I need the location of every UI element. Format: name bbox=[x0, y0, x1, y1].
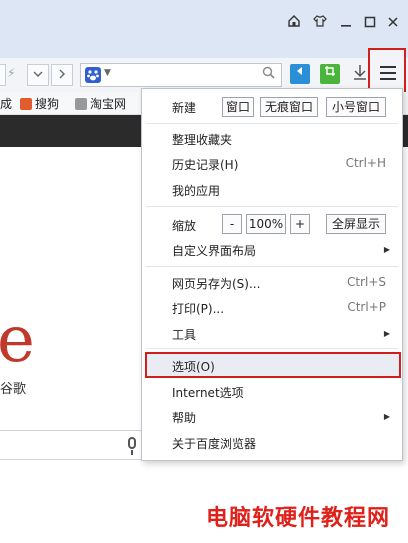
menu-about[interactable]: 关于百度浏览器 bbox=[172, 435, 256, 452]
new-window-button[interactable]: 窗口 bbox=[222, 97, 254, 117]
main-menu: 新建 窗口 无痕窗口 小号窗口 整理收藏夹 历史记录(H) Ctrl+H 我的应… bbox=[141, 88, 403, 461]
screenshot-icon[interactable] bbox=[320, 64, 340, 84]
menu-save-as[interactable]: 网页另存为(S)... bbox=[172, 275, 260, 292]
menu-my-apps[interactable]: 我的应用 bbox=[172, 182, 220, 199]
minimize-icon[interactable] bbox=[335, 14, 357, 36]
skin-icon[interactable] bbox=[309, 14, 331, 36]
chevron-down-icon[interactable]: ▼ bbox=[104, 68, 111, 78]
menu-new-label: 新建 bbox=[172, 101, 197, 115]
close-icon[interactable] bbox=[382, 14, 404, 36]
menu-tools[interactable]: 工具 bbox=[172, 326, 196, 343]
zoom-out-button[interactable]: - bbox=[222, 214, 242, 234]
menu-internet-options[interactable]: Internet选项 bbox=[172, 384, 244, 401]
menu-separator bbox=[146, 348, 398, 349]
search-icon[interactable] bbox=[262, 66, 275, 83]
home-icon[interactable] bbox=[283, 14, 305, 36]
logo-subtitle: 谷歌 bbox=[0, 382, 27, 397]
zoom-in-button[interactable]: + bbox=[290, 214, 310, 234]
sogou-icon bbox=[20, 98, 32, 110]
menu-history[interactable]: 历史记录(H) bbox=[172, 156, 238, 173]
menu-organize-bookmarks[interactable]: 整理收藏夹 bbox=[172, 131, 232, 148]
lightning-icon: ⚡ bbox=[7, 66, 16, 80]
menu-separator bbox=[146, 206, 398, 207]
watermark-text: 电脑软硬件教程网 bbox=[206, 506, 391, 531]
menu-customize-layout[interactable]: 自定义界面布局 bbox=[172, 242, 256, 259]
maximize-icon[interactable] bbox=[359, 14, 381, 36]
download-icon[interactable] bbox=[350, 64, 370, 84]
microphone-icon[interactable] bbox=[128, 437, 136, 449]
search-logo: e bbox=[0, 303, 35, 377]
bookmark-item[interactable]: 搜狗 bbox=[20, 95, 59, 112]
sidebar-icon[interactable] bbox=[290, 64, 310, 84]
bookmark-item[interactable]: 淘宝网 bbox=[75, 95, 126, 112]
zoom-level: 100% bbox=[246, 214, 286, 234]
menu-options[interactable]: 选项(O) bbox=[172, 358, 215, 375]
submenu-arrow-icon: ▶ bbox=[383, 412, 390, 421]
submenu-arrow-icon: ▶ bbox=[383, 329, 390, 338]
search-input[interactable]: ▼ bbox=[80, 63, 282, 87]
print-shortcut: Ctrl+P bbox=[347, 300, 386, 314]
menu-separator bbox=[146, 266, 398, 267]
save-as-shortcut: Ctrl+S bbox=[346, 275, 386, 289]
dropdown-button[interactable] bbox=[27, 64, 49, 86]
address-field-edge[interactable] bbox=[0, 64, 6, 86]
menu-zoom-label: 缩放 bbox=[172, 219, 197, 233]
fullscreen-button[interactable]: 全屏显示 bbox=[326, 214, 386, 234]
history-shortcut: Ctrl+H bbox=[345, 156, 386, 170]
forward-button[interactable] bbox=[51, 64, 73, 86]
new-small-window-button[interactable]: 小号窗口 bbox=[326, 97, 386, 117]
bookmark-item[interactable]: 成 bbox=[0, 95, 12, 112]
submenu-arrow-icon: ▶ bbox=[383, 245, 390, 254]
menu-separator bbox=[146, 123, 398, 124]
hamburger-icon bbox=[380, 66, 396, 68]
title-bar bbox=[0, 0, 408, 58]
page-icon bbox=[75, 98, 87, 110]
new-incognito-window-button[interactable]: 无痕窗口 bbox=[260, 97, 318, 117]
page-search-input[interactable] bbox=[0, 430, 142, 460]
menu-help[interactable]: 帮助 bbox=[172, 409, 196, 426]
baidu-paw-icon[interactable] bbox=[85, 67, 101, 83]
menu-print[interactable]: 打印(P)... bbox=[172, 300, 224, 317]
